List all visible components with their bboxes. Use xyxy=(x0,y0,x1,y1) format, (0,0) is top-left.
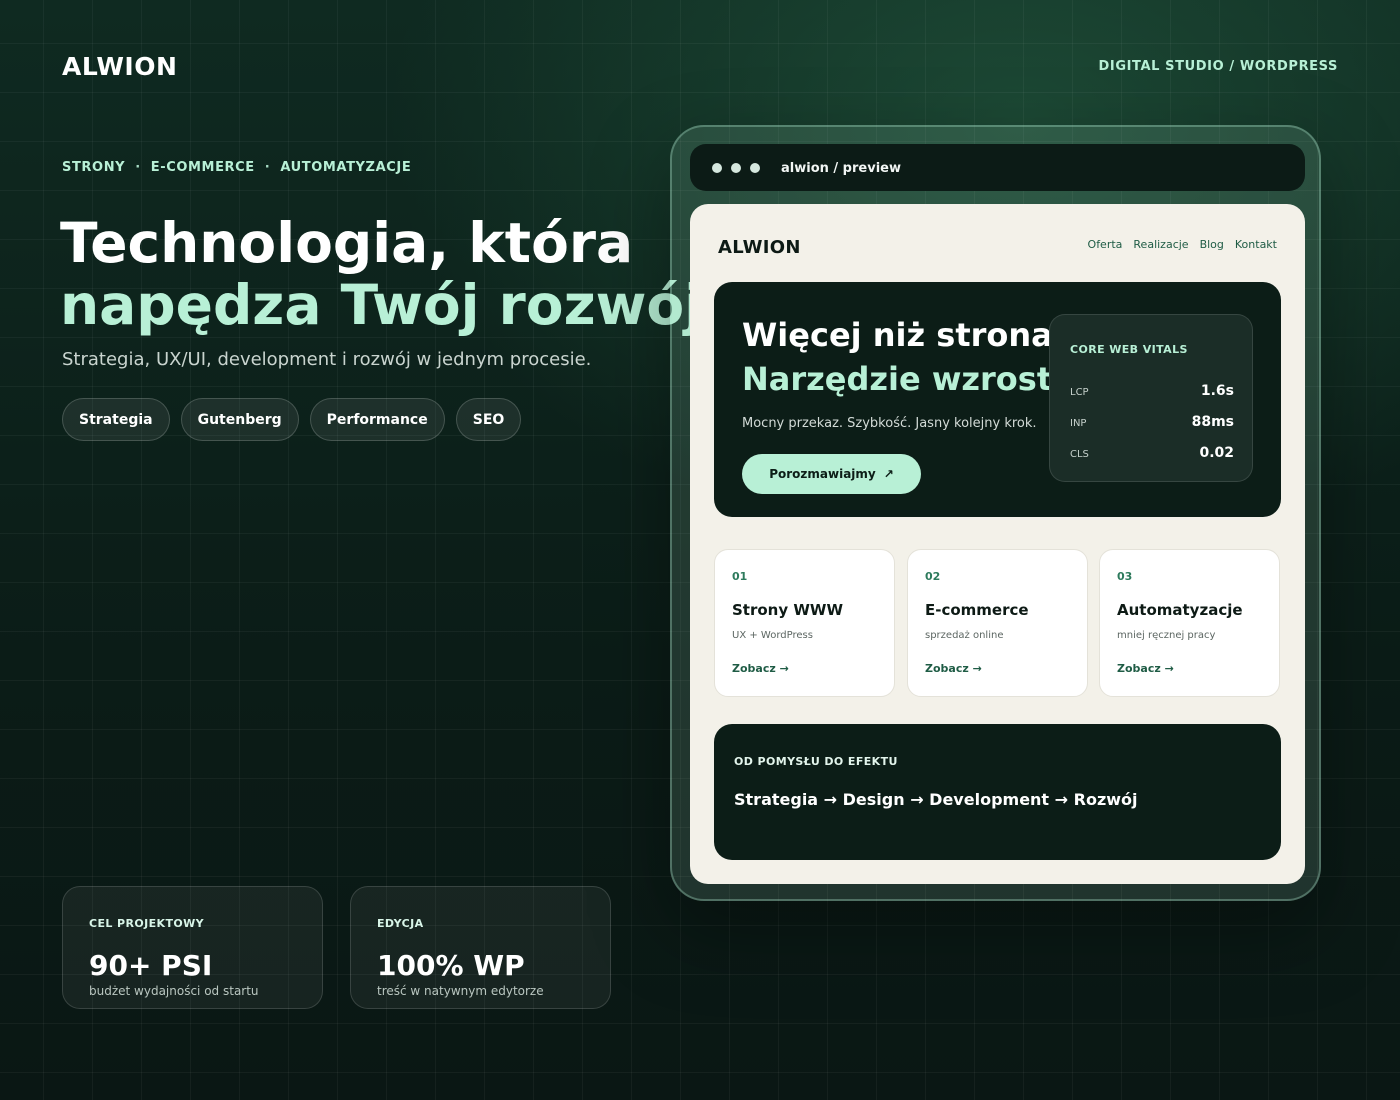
nav-item-blog[interactable]: Blog xyxy=(1200,238,1224,251)
vitals-key: INP xyxy=(1070,418,1087,429)
process-panel: OD POMYSŁU DO EFEKTU Strategia → Design … xyxy=(714,724,1281,860)
preview-nav: Oferta Realizacje Blog Kontakt xyxy=(1088,238,1277,251)
site-brand[interactable]: ALWION xyxy=(62,52,177,81)
chip-strategia[interactable]: Strategia xyxy=(62,398,170,441)
stat-card-wp: EDYCJA 100% WP treść w natywnym edytorze xyxy=(350,886,611,1009)
vitals-row: LCP 1.6s xyxy=(1070,383,1234,399)
vitals-key: LCP xyxy=(1070,387,1089,398)
stat-value: 90+ PSI xyxy=(89,949,213,982)
card-title: E-commerce xyxy=(925,601,1029,619)
nav-item-kontakt[interactable]: Kontakt xyxy=(1235,238,1277,251)
vitals-row: CLS 0.02 xyxy=(1070,445,1234,461)
window-dot-icon xyxy=(712,162,722,173)
chip-performance[interactable]: Performance xyxy=(309,398,445,441)
card-title: Strony WWW xyxy=(732,601,843,619)
nav-item-realizacje[interactable]: Realizacje xyxy=(1133,238,1188,251)
card-link[interactable]: Zobacz → xyxy=(925,662,1087,675)
cta-button[interactable]: Porozmawiajmy ↗ xyxy=(742,454,921,494)
preview-hero-title-line1: Więcej niż strona. xyxy=(742,316,1065,354)
process-title: OD POMYSŁU DO EFEKTU xyxy=(734,755,898,768)
card-link[interactable]: Zobacz → xyxy=(1117,662,1279,675)
vitals-value: 1.6s xyxy=(1200,383,1234,399)
stat-card-psi: CEL PROJEKTOWY 90+ PSI budżet wydajności… xyxy=(62,886,323,1009)
preview-hero-title-line2: Narzędzie wzrostu. xyxy=(742,360,1088,398)
device-preview-frame: alwion / preview ALWION Oferta Realizacj… xyxy=(670,125,1321,901)
service-card-ecommerce[interactable]: 02 E-commerce sprzedaż online Zobacz → xyxy=(907,549,1088,697)
process-flow: Strategia → Design → Development → Rozwó… xyxy=(734,790,1138,809)
service-item: AUTOMATYZACJE xyxy=(280,160,412,175)
preview-brand[interactable]: ALWION xyxy=(718,237,801,258)
cta-label: Porozmawiajmy xyxy=(769,467,876,481)
hero-headline: Technologia, która napędza Twój rozwój. xyxy=(60,212,724,336)
service-card-automatyzacje[interactable]: 03 Automatyzacje mniej ręcznej pracy Zob… xyxy=(1099,549,1280,697)
card-title: Automatyzacje xyxy=(1117,601,1243,619)
separator: · xyxy=(135,160,141,175)
service-item: STRONY xyxy=(62,160,126,175)
vitals-row: INP 88ms xyxy=(1070,414,1234,430)
preview-window-title: alwion / preview xyxy=(781,161,901,176)
card-number: 02 xyxy=(925,570,941,583)
card-number: 03 xyxy=(1117,570,1133,583)
stat-desc: treść w natywnym edytorze xyxy=(377,984,544,998)
preview-screen: ALWION Oferta Realizacje Blog Kontakt Wi… xyxy=(690,204,1305,884)
chip-seo[interactable]: SEO xyxy=(455,398,522,441)
card-number: 01 xyxy=(732,570,748,583)
vitals-value: 88ms xyxy=(1191,414,1234,430)
chip-gutenberg[interactable]: Gutenberg xyxy=(180,398,299,441)
separator: · xyxy=(264,160,271,175)
stat-label: EDYCJA xyxy=(377,917,424,930)
window-dot-icon xyxy=(731,162,741,173)
preview-hero-subtitle: Mocny przekaz. Szybkość. Jasny kolejny k… xyxy=(742,416,1037,431)
hero-subtitle: Strategia, UX/UI, development i rozwój w… xyxy=(62,349,592,370)
card-desc: UX + WordPress xyxy=(732,630,813,641)
stat-value: 100% WP xyxy=(377,949,525,982)
tag-chips: Strategia Gutenberg Performance SEO xyxy=(62,398,522,441)
studio-tagline: DIGITAL STUDIO / WORDPRESS xyxy=(1098,59,1338,74)
window-dot-icon xyxy=(750,162,760,173)
hero-headline-line1: Technologia, która xyxy=(60,211,634,275)
nav-item-oferta[interactable]: Oferta xyxy=(1088,238,1123,251)
vitals-key: CLS xyxy=(1070,449,1089,460)
vitals-value: 0.02 xyxy=(1199,445,1234,461)
service-item: E-COMMERCE xyxy=(150,160,255,175)
preview-titlebar: alwion / preview xyxy=(690,144,1305,191)
card-desc: mniej ręcznej pracy xyxy=(1117,630,1216,641)
core-web-vitals-panel: CORE WEB VITALS LCP 1.6s INP 88ms CLS 0.… xyxy=(1049,314,1253,482)
hero-headline-line2: napędza Twój rozwój. xyxy=(60,273,724,337)
stat-desc: budżet wydajności od startu xyxy=(89,984,259,998)
card-desc: sprzedaż online xyxy=(925,630,1004,641)
arrow-up-right-icon: ↗ xyxy=(883,467,894,481)
services-list: STRONY · E-COMMERCE · AUTOMATYZACJE xyxy=(62,160,411,175)
vitals-title: CORE WEB VITALS xyxy=(1070,343,1188,356)
preview-hero: Więcej niż strona. Narzędzie wzrostu. Mo… xyxy=(714,282,1281,517)
card-link[interactable]: Zobacz → xyxy=(732,662,894,675)
service-card-www[interactable]: 01 Strony WWW UX + WordPress Zobacz → xyxy=(714,549,895,697)
stat-label: CEL PROJEKTOWY xyxy=(89,917,204,930)
